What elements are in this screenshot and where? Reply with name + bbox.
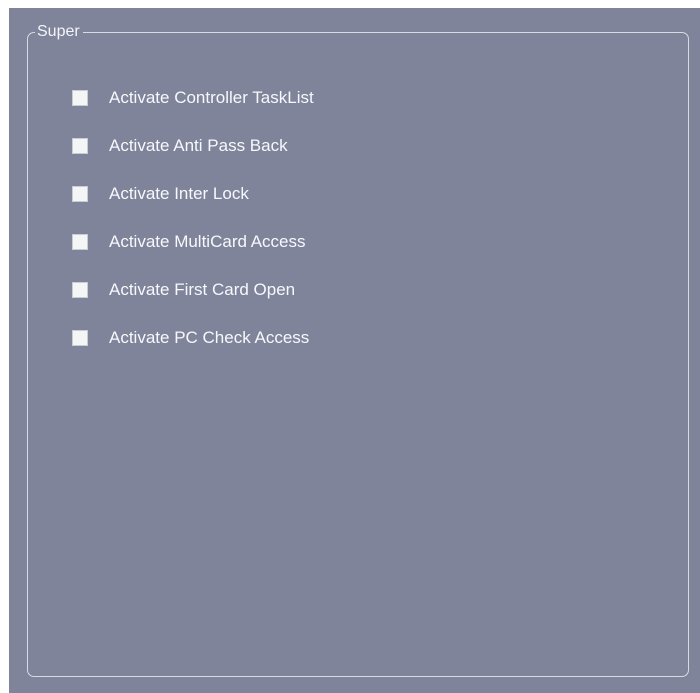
activate-anti-pass-back-label: Activate Anti Pass Back xyxy=(109,136,288,155)
activate-first-card-open-option[interactable]: Activate First Card Open xyxy=(72,279,314,327)
activate-first-card-open-checkbox[interactable] xyxy=(72,282,88,298)
activate-controller-tasklist-checkbox[interactable] xyxy=(72,90,88,106)
activate-first-card-open-label: Activate First Card Open xyxy=(109,280,296,299)
activate-anti-pass-back-option[interactable]: Activate Anti Pass Back xyxy=(72,135,314,183)
activate-multicard-access-checkbox[interactable] xyxy=(72,234,88,250)
activate-multicard-access-label: Activate MultiCard Access xyxy=(109,232,306,251)
activate-inter-lock-option[interactable]: Activate Inter Lock xyxy=(72,183,314,231)
group-title: Super xyxy=(35,22,83,42)
activate-pc-check-access-checkbox[interactable] xyxy=(72,330,88,346)
activate-pc-check-access-label: Activate PC Check Access xyxy=(109,328,310,347)
activate-controller-tasklist-label: Activate Controller TaskList xyxy=(109,88,314,107)
activate-multicard-access-option[interactable]: Activate MultiCard Access xyxy=(72,231,314,279)
activate-pc-check-access-option[interactable]: Activate PC Check Access xyxy=(72,327,314,375)
activate-inter-lock-label: Activate Inter Lock xyxy=(109,184,249,203)
option-checkbox-list: Activate Controller TaskList Activate An… xyxy=(72,87,314,375)
activate-inter-lock-checkbox[interactable] xyxy=(72,186,88,202)
activate-controller-tasklist-option[interactable]: Activate Controller TaskList xyxy=(72,87,314,135)
activate-anti-pass-back-checkbox[interactable] xyxy=(72,138,88,154)
